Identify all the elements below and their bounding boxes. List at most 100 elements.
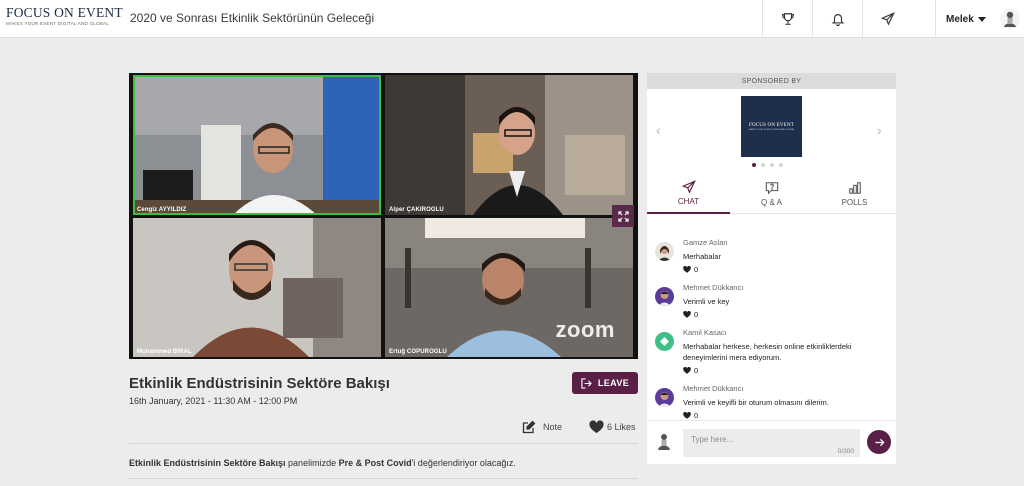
tab-chat[interactable]: CHAT — [647, 174, 730, 214]
chevron-down-icon — [977, 16, 986, 22]
tab-label: Q & A — [761, 198, 782, 207]
session-title: Etkinlik Endüstrisinin Sektöre Bakışı — [129, 375, 390, 392]
trophy-button[interactable] — [762, 0, 812, 38]
participant-name: Cengiz AYYILDIZ — [137, 207, 187, 213]
participant-name: Ertuğ COPUROGLU — [389, 349, 447, 355]
video-tile-1[interactable]: Cengiz AYYILDIZ — [133, 75, 381, 215]
video-tile-4[interactable]: zoom Ertuğ COPUROGLU — [385, 218, 633, 357]
chat-input[interactable]: Type here... 0/300 — [683, 429, 860, 457]
description-text: panelimizde — [285, 458, 339, 468]
chat-composer: Type here... 0/300 — [647, 420, 896, 464]
zoom-watermark: zoom — [555, 317, 615, 342]
video-tile-2[interactable]: Alper ÇAKIROGLU — [385, 75, 633, 215]
sponsor-logo-text: FOCUS ON EVENT — [748, 122, 795, 128]
expand-icon — [617, 210, 629, 222]
message-text: Merhabalar herkese, herkesin online etki… — [683, 342, 852, 362]
character-counter: 0/300 — [837, 448, 854, 455]
video-conference: Cengiz AYYILDIZ Alper ÇAKIROGLU Muhammed… — [129, 73, 638, 359]
video-feed — [133, 218, 381, 357]
message-like-count: 0 — [694, 366, 699, 375]
description-bold-title: Etkinlik Endüstrisinin Sektöre Bakışı — [129, 458, 286, 468]
likes-count: 6 Likes — [607, 422, 636, 432]
sponsor-logo-tagline: MAKES YOUR EVENT DIGITAL AND GLOBAL — [748, 128, 795, 131]
leave-label: LEAVE — [597, 378, 630, 388]
exit-icon — [581, 377, 592, 389]
message-like[interactable]: 0 — [683, 366, 888, 375]
logo-text: FOCUS ON EVENT — [6, 5, 123, 20]
heart-icon — [683, 412, 691, 419]
arrow-right-icon — [874, 438, 885, 446]
carousel-dots — [752, 163, 783, 167]
panel-tabs: CHAT Q & A POLLS — [647, 174, 896, 214]
message-author: Gamze Aslan — [683, 238, 728, 247]
leave-button[interactable]: LEAVE — [572, 372, 638, 394]
description-text-end: 'i değerlendiriyor olacağız. — [411, 458, 516, 468]
carousel-dot[interactable] — [770, 163, 774, 167]
description-bold-topic: Pre & Post Covid — [338, 458, 412, 468]
divider — [129, 443, 638, 444]
user-name: Melek — [946, 13, 974, 25]
user-menu[interactable]: Melek — [935, 0, 1024, 38]
avatar[interactable] — [655, 287, 674, 306]
bell-icon — [831, 14, 844, 26]
note-button[interactable]: Note — [522, 420, 562, 434]
carousel-dot[interactable] — [761, 163, 765, 167]
sponsor-logo[interactable]: FOCUS ON EVENT MAKES YOUR EVENT DIGITAL … — [741, 96, 802, 157]
carousel-next-icon[interactable]: › — [877, 122, 882, 138]
tab-qa[interactable]: Q & A — [730, 174, 813, 214]
participant-name: Muhammed BİRAL — [137, 349, 192, 355]
message-like-count: 0 — [694, 411, 699, 420]
top-bar: FOCUS ON EVENT MAKES YOUR EVENT DIGITAL … — [0, 0, 1024, 38]
fullscreen-button[interactable] — [612, 205, 634, 227]
video-feed — [133, 75, 381, 215]
carousel-dot[interactable] — [779, 163, 783, 167]
message-text: Verimli ve key — [683, 297, 730, 306]
avatar[interactable] — [655, 332, 674, 351]
bar-chart-icon — [848, 182, 861, 194]
note-label: Note — [543, 422, 563, 432]
question-icon — [765, 182, 778, 195]
heart-icon — [683, 311, 691, 318]
message-text: Verimli ve keyifli bir oturum olmasını d… — [683, 398, 829, 407]
send-icon — [880, 12, 895, 26]
message-author: Mehmet Dükkancı — [683, 283, 744, 292]
trophy-icon — [781, 13, 794, 25]
like-button[interactable]: 6 Likes — [589, 420, 636, 434]
message-like-count: 0 — [694, 310, 699, 319]
page-title: 2020 ve Sonrası Etkinlik Sektörünün Gele… — [130, 11, 375, 25]
heart-icon — [589, 420, 604, 434]
participant-name: Alper ÇAKIROGLU — [389, 207, 444, 213]
tab-label: POLLS — [841, 198, 868, 207]
message-like[interactable]: 0 — [683, 310, 888, 319]
carousel-prev-icon[interactable]: ‹ — [656, 122, 661, 138]
avatar[interactable] — [655, 388, 674, 407]
message-like[interactable]: 0 — [683, 265, 888, 274]
video-feed — [385, 75, 633, 215]
carousel-dot[interactable] — [752, 163, 756, 167]
message-like-count: 0 — [694, 265, 699, 274]
notifications-button[interactable] — [812, 0, 862, 38]
side-panel: SPONSORED BY ‹ FOCUS ON EVENT MAKES YOUR… — [647, 73, 896, 464]
tab-polls[interactable]: POLLS — [813, 174, 896, 214]
divider — [129, 478, 638, 479]
message-author: Mehmet Dükkancı — [683, 384, 744, 393]
message-author: Kamil Kasacı — [683, 328, 727, 337]
session-date: 16th January, 2021 - 11:30 AM - 12:00 PM — [129, 396, 298, 406]
avatar — [658, 434, 670, 450]
edit-note-icon — [522, 420, 536, 434]
session-description: Etkinlik Endüstrisinin Sektöre Bakışı pa… — [129, 458, 516, 468]
tab-label: CHAT — [677, 197, 700, 206]
message-like[interactable]: 0 — [683, 411, 888, 420]
messages-button[interactable] — [862, 0, 912, 38]
heart-icon — [683, 367, 691, 374]
brand-logo[interactable]: FOCUS ON EVENT MAKES YOUR EVENT DIGITAL … — [6, 5, 124, 27]
avatar[interactable] — [1000, 8, 1020, 30]
heart-icon — [683, 266, 691, 273]
logo-tagline: MAKES YOUR EVENT DIGITAL AND GLOBAL — [6, 21, 110, 26]
video-tile-3[interactable]: Muhammed BİRAL — [133, 218, 381, 357]
send-message-button[interactable] — [867, 430, 891, 454]
message-text: Merhabalar — [683, 252, 721, 261]
sponsor-heading: SPONSORED BY — [647, 73, 896, 89]
avatar[interactable] — [655, 242, 674, 261]
chat-input-placeholder: Type here... — [691, 435, 734, 444]
